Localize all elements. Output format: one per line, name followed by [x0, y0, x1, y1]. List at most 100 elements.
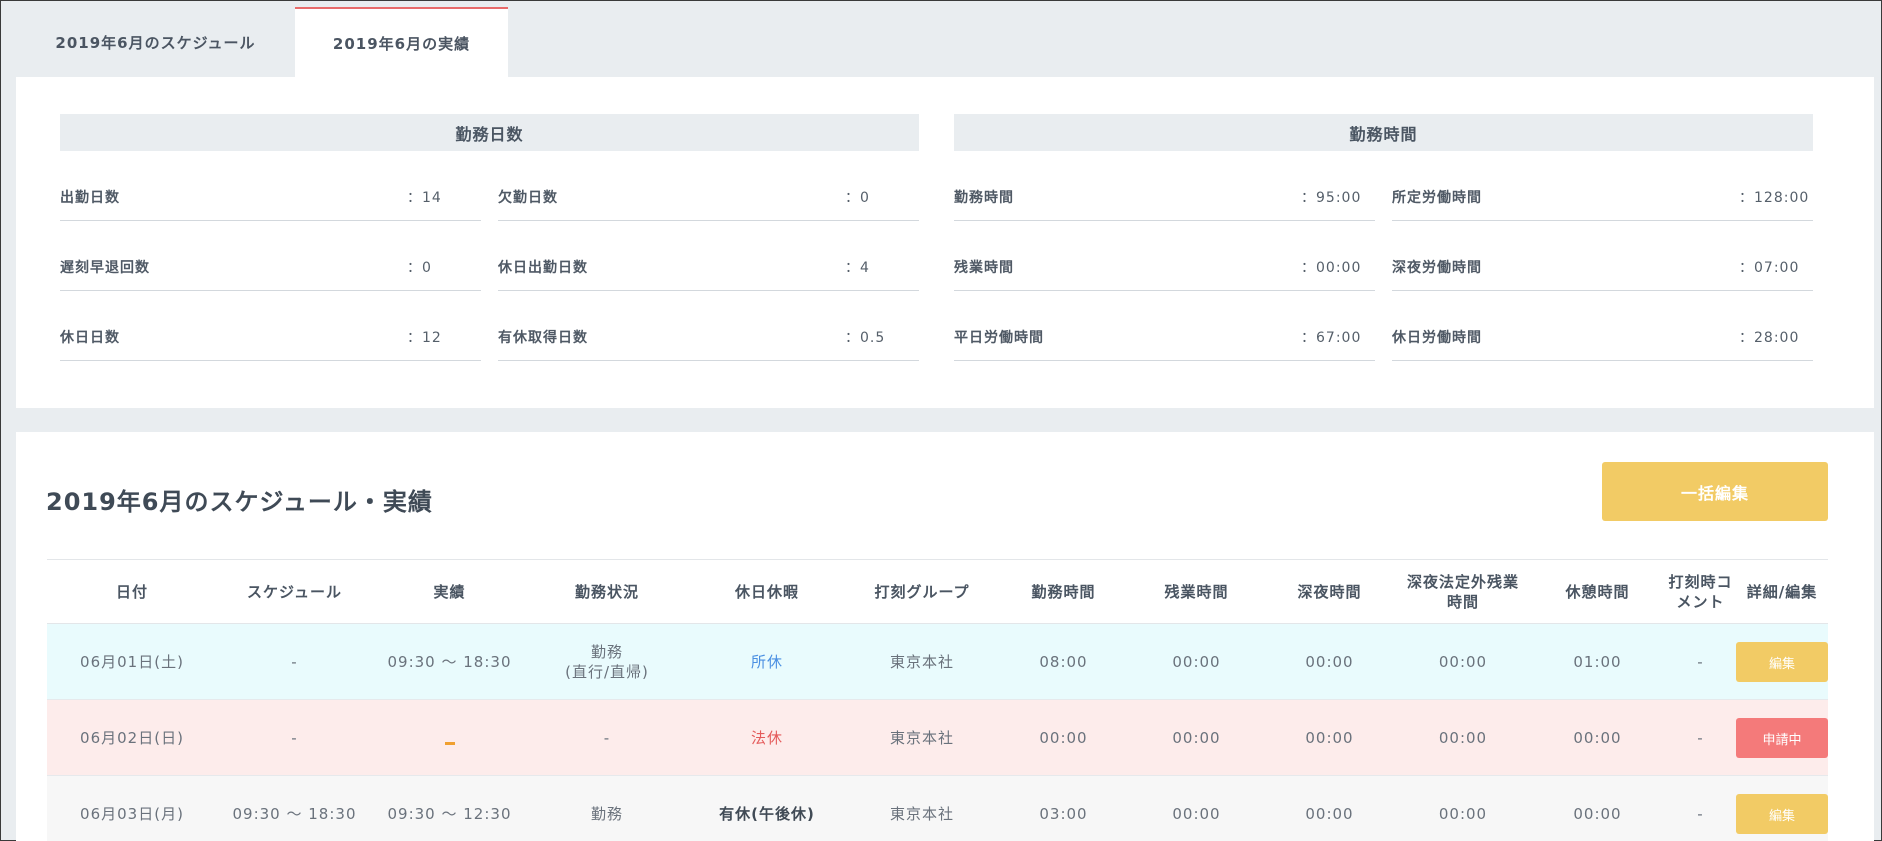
cell-overtime: 00:00 [1172, 805, 1221, 823]
summary-label: 休日労働時間 [1392, 330, 1482, 346]
cell-status: 勤務 (直行/直帰) [527, 624, 687, 700]
header-holiday: 休日休暇 [734, 583, 799, 601]
summary-value: ：67:00 [1301, 330, 1362, 346]
cell-actual [372, 700, 527, 776]
cell-overtime: 00:00 [1172, 729, 1221, 747]
header-rest-time: 休憩時間 [1565, 583, 1630, 601]
schedule-table: 日付 スケジュール 実績 勤務状況 休日休暇 打刻グループ 勤務時間 残業時間 … [47, 559, 1828, 841]
summary-row: 残業時間 ：00:00 [954, 221, 1375, 291]
header-group: 打刻グループ [874, 583, 970, 601]
pending-button[interactable]: 申請中 [1736, 718, 1828, 758]
cell-night-overtime: 00:00 [1438, 729, 1488, 747]
cell-edit: 編集 [1736, 624, 1828, 700]
summary-label: 深夜労働時間 [1392, 260, 1482, 276]
summary-value: ：00:00 [1301, 260, 1362, 276]
header-date: 日付 [115, 583, 148, 601]
summary-row: 遅刻早退回数 ：0 [60, 221, 481, 291]
header-comment-line1: 打刻時コ [1668, 573, 1733, 591]
header-night-overtime: 深夜法定外残業 時間 [1396, 560, 1530, 624]
bulk-edit-button[interactable]: 一括編集 [1602, 462, 1828, 521]
summary-value: ：128:00 [1739, 190, 1810, 206]
table-header: 日付 スケジュール 実績 勤務状況 休日休暇 打刻グループ 勤務時間 残業時間 … [47, 560, 1828, 624]
summary-value: ：0 [407, 260, 432, 276]
cell-edit: 申請中 [1736, 700, 1828, 776]
summary-value: ：4 [845, 260, 870, 276]
cell-overtime: 00:00 [1172, 653, 1221, 671]
summary-row: 勤務時間 ：95:00 [954, 151, 1375, 221]
summary-label: 残業時間 [954, 260, 1014, 276]
cell-comment: - [1697, 653, 1704, 671]
summary-row: 休日労働時間 ：28:00 [1392, 291, 1813, 361]
table-row: 06月01日(土) - 09:30 ～ 18:30 勤務 (直行/直帰) 所休 … [47, 624, 1828, 700]
cell-holiday: 所休 [750, 653, 783, 671]
summary-row: 出勤日数 ：14 [60, 151, 481, 221]
cell-status: 勤務 [590, 805, 623, 823]
header-status: 勤務状況 [574, 583, 639, 601]
summary-label: 欠勤日数 [498, 190, 558, 206]
tab-schedule[interactable]: 2019年6月のスケジュール [16, 7, 295, 77]
cell-work-time: 00:00 [1039, 729, 1088, 747]
work-hours-block: 勤務時間 勤務時間 ：95:00 残業時間 ：00:00 平日労働時間 ：67:… [954, 114, 1813, 381]
summary-panel: 勤務日数 出勤日数 ：14 遅刻早退回数 ：0 休日日数 ：12 欠勤日数 ：0… [16, 77, 1874, 408]
cell-schedule: 09:30 ～ 18:30 [232, 805, 357, 823]
cell-group: 東京本社 [889, 729, 954, 747]
summary-value: ：0 [845, 190, 870, 206]
summary-row: 休日出勤日数 ：4 [498, 221, 919, 291]
cell-status-line2: (直行/直帰) [565, 663, 649, 681]
cell-night-overtime: 00:00 [1438, 653, 1488, 671]
summary-label: 所定労働時間 [1392, 190, 1482, 206]
cell-rest-time: 00:00 [1573, 729, 1622, 747]
edit-button[interactable]: 編集 [1736, 642, 1828, 682]
summary-row: 所定労働時間 ：128:00 [1392, 151, 1813, 221]
cell-night-time: 00:00 [1305, 805, 1354, 823]
cell-rest-time: 01:00 [1573, 653, 1622, 671]
summary-row: 有休取得日数 ：0.5 [498, 291, 919, 361]
summary-row: 欠勤日数 ：0 [498, 151, 919, 221]
cell-holiday: 法休 [750, 729, 783, 747]
summary-value: ：95:00 [1301, 190, 1362, 206]
summary-value: ：14 [407, 190, 442, 206]
summary-value: ：0.5 [845, 330, 886, 346]
header-night-overtime-line2: 時間 [1446, 593, 1479, 611]
cell-date: 06月02日(日) [80, 729, 184, 747]
cell-actual: 09:30 ～ 18:30 [387, 653, 512, 671]
cell-comment: - [1697, 805, 1704, 823]
header-night-overtime-line1: 深夜法定外残業 [1406, 573, 1519, 591]
header-overtime: 残業時間 [1164, 583, 1229, 601]
summary-label: 休日出勤日数 [498, 260, 588, 276]
cell-comment: - [1697, 729, 1704, 747]
table-row: 06月03日(月) 09:30 ～ 18:30 09:30 ～ 12:30 勤務… [47, 776, 1828, 841]
cell-group: 東京本社 [889, 653, 954, 671]
summary-row: 平日労働時間 ：67:00 [954, 291, 1375, 361]
tab-bar: 2019年6月のスケジュール 2019年6月の実績 [1, 1, 1881, 77]
page-title: 2019年6月のスケジュール・実績 [46, 488, 433, 516]
cell-schedule: - [291, 653, 298, 671]
cell-edit: 編集 [1736, 776, 1828, 841]
cell-work-time: 08:00 [1039, 653, 1088, 671]
cell-holiday: 有休(午後休) [719, 805, 815, 823]
cell-schedule: - [291, 729, 298, 747]
summary-label: 勤務時間 [954, 190, 1014, 206]
summary-label: 出勤日数 [60, 190, 120, 206]
cell-work-time: 03:00 [1039, 805, 1088, 823]
header-work-time: 勤務時間 [1031, 583, 1096, 601]
summary-row: 休日日数 ：12 [60, 291, 481, 361]
work-days-block: 勤務日数 出勤日数 ：14 遅刻早退回数 ：0 休日日数 ：12 欠勤日数 ：0… [60, 114, 919, 381]
summary-label: 平日労働時間 [954, 330, 1044, 346]
cell-rest-time: 00:00 [1573, 805, 1622, 823]
summary-row: 深夜労働時間 ：07:00 [1392, 221, 1813, 291]
cell-night-time: 00:00 [1305, 653, 1354, 671]
cell-night-overtime: 00:00 [1438, 805, 1488, 823]
cell-status-line1: 勤務 [590, 643, 623, 661]
summary-value: ：07:00 [1739, 260, 1800, 276]
summary-label: 有休取得日数 [498, 330, 588, 346]
header-actual: 実績 [433, 583, 466, 601]
cell-date: 06月01日(土) [80, 653, 184, 671]
header-comment: 打刻時コ メント [1665, 560, 1736, 624]
summary-value: ：28:00 [1739, 330, 1800, 346]
header-night-time: 深夜時間 [1297, 583, 1362, 601]
tab-actual[interactable]: 2019年6月の実績 [295, 7, 508, 77]
summary-label: 遅刻早退回数 [60, 260, 150, 276]
edit-button[interactable]: 編集 [1736, 794, 1828, 834]
empty-marker [444, 741, 455, 745]
